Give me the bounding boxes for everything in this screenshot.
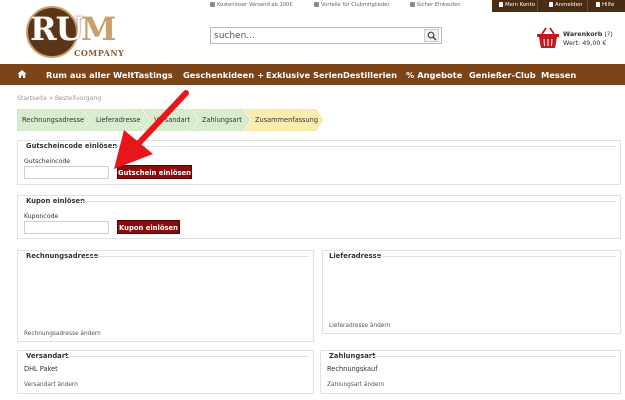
step-lieferadresse[interactable]: Lieferadresse (96, 109, 140, 131)
search-box (210, 27, 442, 44)
user-icon (499, 2, 503, 7)
redeem-voucher-button[interactable]: Gutschein einlösen (117, 165, 192, 179)
divider (111, 146, 616, 147)
breadcrumb[interactable]: Startseite » Bestellvorgang (17, 95, 101, 102)
shipping-method-panel: Versandart DHL Paket Versandart ändern (17, 350, 314, 394)
search-button[interactable] (424, 29, 439, 42)
edit-shipping-address-link[interactable]: Lieferadresse ändern (329, 323, 390, 329)
coupon-field-label: Kuponcode (24, 213, 59, 220)
nav-item-messen[interactable]: Messen (541, 70, 576, 80)
voucher-field-label: Gutscheincode (24, 158, 71, 165)
nav-item-exklusive[interactable]: Exklusive Serien (266, 70, 343, 80)
divider (370, 356, 616, 357)
account-bar: Mein Konto Anmelden Hilfe (492, 0, 625, 12)
my-account-link[interactable]: Mein Konto (499, 2, 535, 8)
nav-item-destillerien[interactable]: Destillerien (343, 70, 397, 80)
divider (66, 356, 309, 357)
payment-method-panel: Zahlungsart Rechnungskauf Zahlungsart än… (320, 350, 621, 394)
payment-method-value: Rechnungskauf (327, 365, 378, 373)
nav-item-geniesser-club[interactable]: Genießer-Club (469, 70, 536, 80)
divider (86, 256, 309, 257)
cart-count: (?) (604, 30, 613, 38)
nav-item-tastings[interactable]: Tastings (134, 70, 173, 80)
shipping-method-value: DHL Paket (24, 365, 58, 373)
divider (78, 201, 616, 202)
edit-shipping-method-link[interactable]: Versandart ändern (24, 382, 78, 388)
home-icon[interactable] (17, 69, 27, 79)
edit-billing-address-link[interactable]: Rechnungsadresse ändern (24, 331, 101, 337)
shipping-address-panel: Lieferadresse Lieferadresse ändern (322, 250, 621, 334)
login-link[interactable]: Anmelden (549, 2, 582, 8)
nav-item-rum[interactable]: Rum aus aller Welt (46, 70, 134, 80)
search-input[interactable] (214, 29, 419, 42)
shipping-address-title: Lieferadresse (327, 252, 384, 260)
main-nav: Rum aus aller Welt Tastings Geschenkidee… (0, 64, 625, 85)
logo-company: COMPANY (74, 48, 125, 58)
redeem-coupon-button[interactable]: Kupon einlösen (117, 220, 180, 234)
truck-icon (210, 2, 215, 7)
shipping-info: Kostenloser Versand ab 100€ (210, 2, 293, 8)
divider (377, 256, 616, 257)
info-icon (596, 2, 600, 7)
nav-item-angebote[interactable]: % Angebote (406, 70, 462, 80)
cart[interactable]: Warenkorb (?) Wert: 49,00 € (536, 27, 624, 51)
billing-address-panel: Rechnungsadresse Rechnungsadresse ändern (17, 250, 314, 342)
voucher-panel: Gutscheincode einlösen Gutscheincode Gut… (17, 140, 621, 185)
divider (537, 0, 538, 12)
help-link[interactable]: Hilfe (596, 2, 614, 8)
logo-letters: RU (30, 10, 83, 48)
voucher-title: Gutscheincode einlösen (24, 142, 120, 150)
divider (587, 0, 588, 12)
logo[interactable]: RU M COMPANY (26, 6, 124, 61)
cart-value: Wert: 49,00 € (563, 39, 607, 47)
lock-icon (549, 2, 553, 7)
secure-info[interactable]: Sicher Einkaufen (410, 2, 461, 8)
basket-icon (537, 27, 559, 48)
search-icon (427, 31, 437, 41)
step-rechnungsadresse[interactable]: Rechnungsadresse (22, 109, 84, 131)
step-zahlungsart[interactable]: Zahlungsart (202, 109, 242, 131)
edit-payment-method-link[interactable]: Zahlungsart ändern (327, 382, 384, 388)
coupon-code-input[interactable] (24, 221, 109, 234)
step-versandart[interactable]: Versandart (154, 109, 190, 131)
shield-icon (410, 2, 415, 7)
voucher-code-input[interactable] (24, 166, 109, 179)
club-info[interactable]: Vorteile für Clubmitglieder (314, 2, 389, 8)
shipping-method-title: Versandart (24, 352, 71, 360)
nav-item-geschenkideen[interactable]: Geschenkideen + (183, 70, 264, 80)
coupon-panel: Kupon einlösen Kuponcode Kupon einlösen (17, 195, 621, 239)
step-zusammenfassung[interactable]: Zusammenfassung (255, 109, 318, 131)
trophy-icon (314, 2, 319, 7)
cart-label: Warenkorb (?) (563, 30, 613, 38)
logo-letter-m: M (81, 10, 117, 48)
